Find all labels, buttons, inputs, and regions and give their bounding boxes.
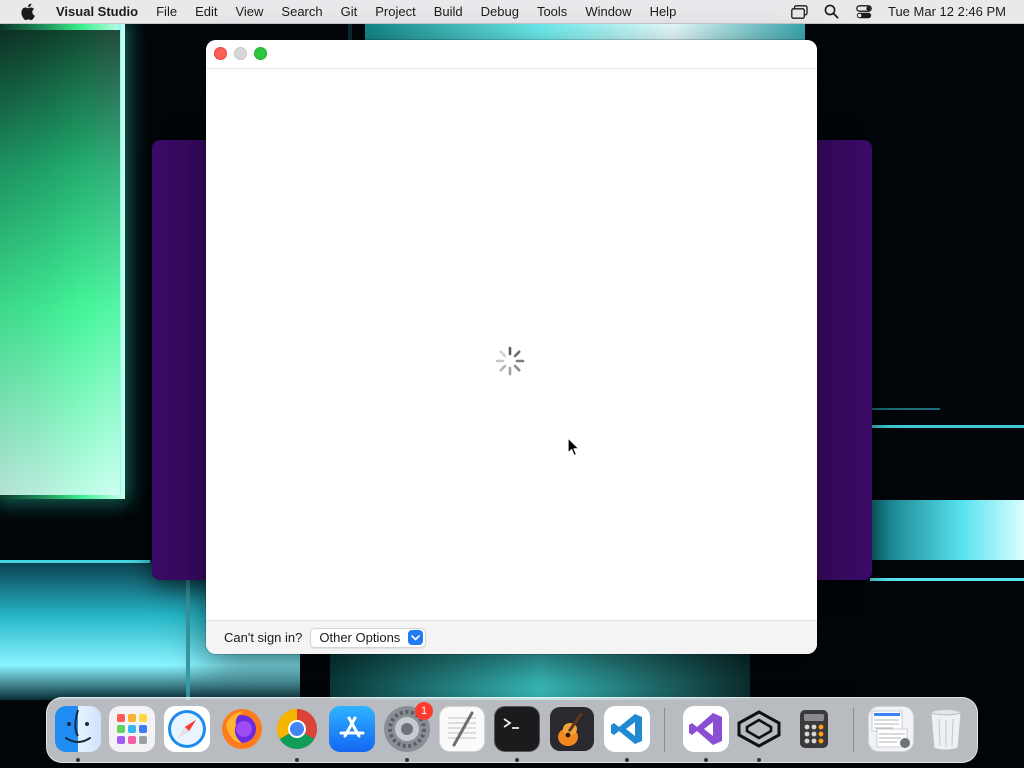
launchpad-icon[interactable] <box>109 706 155 752</box>
menu-search[interactable]: Search <box>272 1 331 23</box>
menu-app-name[interactable]: Visual Studio <box>50 1 147 23</box>
app-store-icon[interactable] <box>329 706 375 752</box>
notification-badge: 1 <box>415 702 433 720</box>
apple-menu-icon[interactable] <box>17 2 37 22</box>
loading-spinner-icon <box>494 345 526 377</box>
menu-edit[interactable]: Edit <box>186 1 226 23</box>
running-indicator <box>704 758 708 762</box>
running-indicator <box>515 758 519 762</box>
mouse-cursor-icon <box>567 437 581 457</box>
minimize-window-button <box>234 47 247 60</box>
chevron-down-icon <box>408 630 424 645</box>
unity-icon[interactable] <box>736 706 782 752</box>
menu-git[interactable]: Git <box>332 1 367 23</box>
trash-icon[interactable] <box>923 706 969 752</box>
firefox-icon[interactable] <box>219 706 265 752</box>
window-footer: Can't sign in? Other Options <box>206 620 817 654</box>
safari-icon[interactable] <box>164 706 210 752</box>
dock-separator <box>664 708 665 752</box>
menu-debug[interactable]: Debug <box>472 1 528 23</box>
wallpaper-line <box>0 560 150 563</box>
menu-file[interactable]: File <box>147 1 186 23</box>
other-options-label: Other Options <box>319 630 401 645</box>
visual-studio-icon[interactable] <box>683 706 729 752</box>
running-indicator <box>295 758 299 762</box>
finder-icon[interactable] <box>55 706 101 752</box>
menu-clock[interactable]: Tue Mar 12 2:46 PM <box>880 4 1024 19</box>
wallpaper-band-right <box>870 500 1024 560</box>
running-indicator <box>76 758 80 762</box>
wallpaper-line <box>870 408 940 410</box>
wallpaper-band-bottom <box>330 650 750 700</box>
vscode-icon[interactable] <box>604 706 650 752</box>
terminal-icon[interactable] <box>494 706 540 752</box>
wallpaper-line <box>186 580 190 700</box>
menu-build[interactable]: Build <box>425 1 472 23</box>
spotlight-search-icon[interactable] <box>821 1 843 23</box>
wallpaper-panel-left <box>0 30 120 495</box>
dock-separator <box>853 708 854 752</box>
running-indicator <box>757 758 761 762</box>
wallpaper-line <box>870 578 1024 581</box>
menu-project[interactable]: Project <box>366 1 424 23</box>
garageband-icon[interactable] <box>549 706 595 752</box>
running-indicator <box>625 758 629 762</box>
cant-sign-in-label: Can't sign in? <box>224 630 303 645</box>
dock: 1 <box>46 697 978 763</box>
menu-window[interactable]: Window <box>576 1 640 23</box>
sign-in-window: Can't sign in? Other Options <box>206 40 817 654</box>
menu-help[interactable]: Help <box>641 1 686 23</box>
downloads-stack-icon[interactable] <box>868 706 914 752</box>
wallpaper-line <box>870 425 1024 428</box>
calculator-icon[interactable] <box>791 706 837 752</box>
menu-bar: Visual Studio File Edit View Search Git … <box>0 0 1024 24</box>
close-window-button[interactable] <box>214 47 227 60</box>
running-indicator <box>405 758 409 762</box>
other-options-dropdown[interactable]: Other Options <box>310 627 427 648</box>
menu-view[interactable]: View <box>226 1 272 23</box>
window-titlebar[interactable] <box>206 40 817 69</box>
chrome-icon[interactable] <box>274 706 320 752</box>
control-center-icon[interactable] <box>853 1 875 23</box>
maximize-window-button[interactable] <box>254 47 267 60</box>
window-stack-icon[interactable] <box>789 1 811 23</box>
textedit-icon[interactable] <box>439 706 485 752</box>
menu-tools[interactable]: Tools <box>528 1 576 23</box>
